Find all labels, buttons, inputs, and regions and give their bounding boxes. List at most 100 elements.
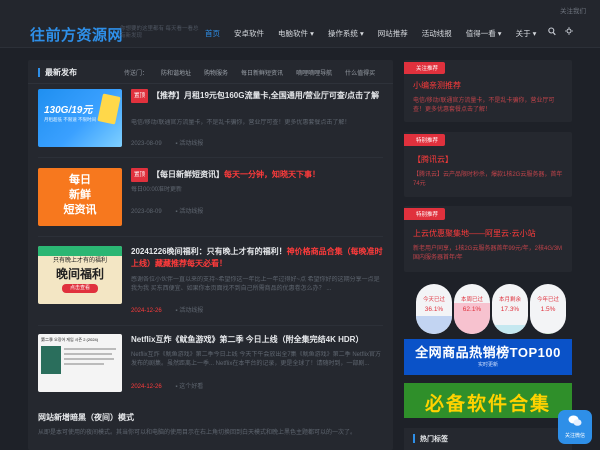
banner-subtitle: 实时更新 — [477, 362, 498, 368]
stat-month: 本月剩余 17.3% — [492, 284, 528, 334]
quick-link-nav[interactable]: 嘀哩嘀哩导航 — [296, 68, 332, 77]
divider — [38, 236, 383, 237]
stat-year: 今年已过 1.5% — [530, 284, 566, 334]
hot-sales-banner[interactable]: 全网商品热销榜TOP100 实时更新 — [404, 339, 572, 375]
widget-label: 特别推荐 — [404, 134, 446, 146]
nav-os[interactable]: 操作系统 ▾ — [328, 28, 364, 39]
post-thumbnail[interactable]: 130G/19元 月租超低 不限速 不限时间 — [38, 89, 122, 147]
post-title[interactable]: 置顶 【每日新鲜短资讯】每天一分钟，知晓天下事！ — [131, 168, 383, 182]
stat-value: 17.3% — [500, 306, 520, 313]
nav-deals[interactable]: 活动线报 — [422, 28, 452, 39]
stat-value: 62.1% — [462, 306, 482, 313]
theme-toggle-icon[interactable] — [565, 27, 573, 37]
section-accent-bar — [38, 68, 40, 77]
thumb-line: 新鲜 — [69, 189, 91, 201]
post-thumbnail[interactable]: 第二季 오징어 게임 시즌 2 (2024) — [38, 334, 122, 392]
post-category[interactable]: 活动线报 — [179, 141, 203, 147]
widget-title[interactable]: 【腾讯云】 — [413, 154, 453, 165]
folder-icon: ▪ — [175, 209, 178, 215]
post-meta: 2024-12-26 ▪ 活动线报 — [131, 305, 203, 314]
thumb-text: 每日 新鲜 短资讯 — [38, 173, 122, 218]
stat-value: 1.5% — [540, 306, 556, 313]
thumb-caption: 第二季 오징어 게임 시즌 2 (2024) — [41, 337, 99, 342]
thumb-button: 点击查看 — [62, 284, 98, 293]
nav-home[interactable]: 首页 — [205, 28, 220, 39]
follow-wechat-button[interactable]: 关注微信 — [558, 410, 592, 444]
thumb-line: 每日 — [69, 174, 91, 186]
post-meta: 2023-08-09 ▪ 活动线报 — [131, 138, 203, 147]
site-header: 往前方资源网 你想要的这里都有 每天看一看总有新发现 首页 安卓软件 电脑软件 … — [0, 18, 600, 48]
hot-tags-widget: 热门标签 — [404, 428, 572, 450]
quick-link-anti-block[interactable]: 防和谐地址 — [161, 68, 191, 77]
post-date: 2024-12-26 — [131, 384, 162, 390]
divider — [38, 157, 383, 158]
post-title-text[interactable]: Netflix互炸《鱿鱼游戏》第二季 今日上线（附全集完结4K HDR） — [131, 335, 363, 344]
thumb-line: 短资讯 — [63, 204, 97, 216]
post-title[interactable]: 20241226晚间福利：只有晚上才有的福利！神价格商品合集（每晚准时上线）藏藏… — [131, 246, 383, 270]
stat-week: 本周已过 62.1% — [454, 284, 490, 334]
post-item[interactable]: 第二季 오징어 게임 시즌 2 (2024) Netflix互炸《鱿鱼游戏》第二… — [38, 334, 383, 404]
quick-link-daily-news[interactable]: 每日新鲜短资讯 — [241, 68, 283, 77]
site-logo[interactable]: 往前方资源网 — [30, 24, 123, 45]
text-line — [64, 363, 104, 365]
text-line — [64, 358, 114, 360]
stat-label: 本月剩余 — [498, 297, 521, 303]
post-item[interactable]: 130G/19元 月租超低 不限速 不限时间 置顶 【推荐】月租19元包160G流… — [38, 89, 383, 159]
section-title: 最新发布 — [45, 68, 77, 77]
search-icon[interactable] — [548, 27, 556, 38]
thumb-subline: 月租超低 不限速 不限时间 — [44, 117, 96, 122]
sidebar-widget-aliyun[interactable]: 特别推荐 上云优惠聚集地——阿里云·云小站 新老用户同享，1核2G云服务器首年9… — [404, 206, 572, 272]
post-title[interactable]: 网站新增暗黑（夜间）模式 — [38, 412, 134, 423]
post-title-text[interactable]: 20241226晚间福利：只有晚上才有的福利！ — [131, 247, 287, 256]
post-category[interactable]: 这个好看 — [179, 384, 203, 390]
quick-link-smzdm[interactable]: 什么值得买 — [345, 68, 375, 77]
nav-android-software[interactable]: 安卓软件 — [234, 28, 264, 39]
post-date: 2023-08-09 — [131, 141, 162, 147]
section-header: 最新发布 传送门： 防和谐地址 购物服务 每日新鲜短资讯 嘀哩嘀哩导航 什么值得… — [28, 60, 393, 84]
sidebar-widget-tencent-cloud[interactable]: 特别推荐 【腾讯云】 【腾讯云】云产品限时秒杀，爆款1核2G云服务器，首年74元 — [404, 132, 572, 197]
nav-site-recommend[interactable]: 网站推荐 — [378, 28, 408, 39]
post-date: 2024-12-26 — [131, 308, 162, 314]
main-nav: 首页 安卓软件 电脑软件 ▾ 操作系统 ▾ 网站推荐 活动线报 值得一看 ▾ 关… — [205, 18, 550, 48]
latest-posts-section: 最新发布 传送门： 防和谐地址 购物服务 每日新鲜短资讯 嘀哩嘀哩导航 什么值得… — [28, 60, 393, 450]
quick-links: 传送门： 防和谐地址 购物服务 每日新鲜短资讯 嘀哩嘀哩导航 什么值得买 — [124, 68, 388, 77]
post-title-text[interactable]: 【每日新鲜短资讯】 — [152, 170, 224, 179]
post-thumbnail[interactable]: 每日 新鲜 短资讯 — [38, 168, 122, 226]
post-title-highlight[interactable]: 每天一分钟，知晓天下事！ — [224, 170, 320, 179]
stat-label: 今年已过 — [536, 297, 559, 303]
pinned-badge: 置顶 — [131, 89, 149, 103]
nav-worth-seeing[interactable]: 值得一看 ▾ — [466, 28, 502, 39]
top-bar: 关注我们 — [0, 0, 600, 18]
banner-title: 全网商品热销榜TOP100 — [415, 345, 561, 360]
post-meta: 2023-08-09 ▪ 活动线报 — [131, 206, 203, 215]
text-line — [64, 348, 116, 350]
post-title[interactable]: 置顶 【推荐】月租19元包160G流量卡,全国通用/营业厅可查/点击了解 — [131, 89, 383, 103]
nav-about[interactable]: 关于 ▾ — [516, 28, 537, 39]
time-progress-widget: 今天已过 36.1% 本周已过 62.1% 本月剩余 17.3% 今年已过 1.… — [404, 284, 572, 336]
post-thumbnail[interactable]: 只有晚上才有的福利 晚间福利 点击查看 — [38, 246, 122, 304]
stat-label: 本周已过 — [460, 297, 483, 303]
site-slogan: 你想要的这里都有 每天看一看总有新发现 — [120, 26, 199, 39]
widget-title[interactable]: 小编亲测推荐 — [413, 80, 461, 91]
nav-pc-software[interactable]: 电脑软件 ▾ — [278, 28, 314, 39]
poster-graphic — [41, 346, 61, 374]
widget-title[interactable]: 上云优惠聚集地——阿里云·云小站 — [413, 228, 536, 239]
widget-text: 【腾讯云】云产品限时秒杀，爆款1核2G云服务器，首年74元 — [413, 172, 563, 187]
follow-us-link[interactable]: 关注我们 — [560, 5, 586, 15]
post-item[interactable]: 只有晚上才有的福利 晚间福利 点击查看 20241226晚间福利：只有晚上才有的… — [38, 246, 383, 316]
widget-label: 特别推荐 — [404, 208, 446, 220]
essential-software-banner[interactable]: 必备软件合集 — [404, 383, 572, 418]
post-title-text[interactable]: 【推荐】月租19元包160G流量卡,全国通用/营业厅可查/点击了解 — [152, 91, 379, 100]
post-category[interactable]: 活动线报 — [179, 209, 203, 215]
progress-fill — [530, 333, 566, 334]
stat-today: 今天已过 36.1% — [416, 284, 452, 334]
sidebar-widget-recommend[interactable]: 关注推荐 小编亲测推荐 电信/移动/联通官方流量卡，不是乱卡骗你，营业厅可查！更… — [404, 60, 572, 122]
wechat-icon — [568, 415, 582, 426]
quick-link-shopping[interactable]: 购物服务 — [204, 68, 228, 77]
post-item[interactable]: 每日 新鲜 短资讯 置顶 【每日新鲜短资讯】每天一分钟，知晓天下事！ 每日00:0… — [38, 168, 383, 238]
post-title[interactable]: Netflix互炸《鱿鱼游戏》第二季 今日上线（附全集完结4K HDR） — [131, 334, 383, 346]
post-category[interactable]: 活动线报 — [179, 308, 203, 314]
banner-title: 必备软件合集 — [424, 394, 551, 415]
folder-icon: ▪ — [175, 308, 178, 314]
divider — [38, 325, 383, 326]
